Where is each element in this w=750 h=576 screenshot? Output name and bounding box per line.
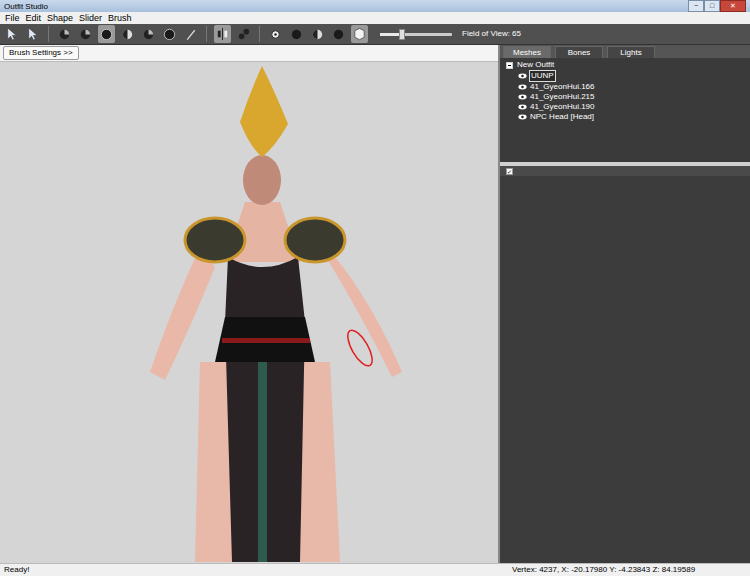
close-button[interactable]: ✕ xyxy=(720,0,746,12)
view-icon xyxy=(268,26,283,42)
fov-label: Field of View: 65 xyxy=(462,28,521,40)
status-bar: Ready! Vertex: 4237, X: -20.17980 Y: -4.… xyxy=(0,563,750,576)
eye-icon[interactable] xyxy=(518,114,527,120)
menu-item[interactable]: Slider xyxy=(76,12,105,24)
slider-track[interactable] xyxy=(380,33,452,36)
belt xyxy=(215,317,315,362)
half-icon xyxy=(310,26,325,42)
half-icon xyxy=(120,26,135,42)
annotation-circle xyxy=(343,327,377,370)
eye-icon[interactable] xyxy=(518,94,527,100)
tree-item[interactable]: 41_GyeonHui.190 xyxy=(506,102,744,112)
dot-icon xyxy=(289,26,304,42)
lower-header: ✓ xyxy=(500,166,750,176)
tool-button[interactable] xyxy=(288,25,305,43)
title-bar: Outfit Studio −□✕ xyxy=(0,0,750,12)
head xyxy=(243,155,281,205)
tool-button[interactable] xyxy=(161,25,178,43)
crest xyxy=(240,66,288,157)
menu-item[interactable]: Edit xyxy=(23,12,45,24)
tree-root-label: New Outfit xyxy=(517,60,554,70)
cube-icon xyxy=(352,26,367,42)
brush-strip: Brush Settings >> xyxy=(0,45,498,62)
eye-icon[interactable] xyxy=(518,84,527,90)
app-window: Outfit Studio −□✕ FileEditShapeSliderBru… xyxy=(0,0,750,576)
tool-button[interactable] xyxy=(3,25,20,43)
tool-button[interactable] xyxy=(351,25,368,43)
toolbar-separator xyxy=(206,26,207,42)
eye-icon[interactable] xyxy=(518,104,527,110)
link-icon xyxy=(236,26,251,42)
panel-tab[interactable]: Lights xyxy=(607,46,655,58)
eye-icon[interactable] xyxy=(518,73,527,79)
tree-item-label: 41_GyeonHui.190 xyxy=(529,102,596,112)
panel-tab[interactable]: Bones xyxy=(555,46,603,58)
tree-item[interactable]: NPC Head [Head] xyxy=(506,112,744,122)
shoulder-pads xyxy=(185,218,345,262)
dot-icon xyxy=(331,26,346,42)
brush-icon xyxy=(57,26,72,42)
left-arm xyxy=(150,247,215,380)
menu-item[interactable]: Shape xyxy=(44,12,76,24)
sphere-icon xyxy=(162,26,177,42)
maximize-button[interactable]: □ xyxy=(704,0,720,12)
fov-slider[interactable] xyxy=(380,33,452,36)
tree-item-label: 41_GyeonHui.166 xyxy=(529,82,596,92)
sphere-icon xyxy=(99,26,114,42)
tree-item[interactable]: UUNP xyxy=(506,70,744,82)
tree-item[interactable]: 41_GyeonHui.215 xyxy=(506,92,744,102)
tool-button[interactable] xyxy=(98,25,115,43)
tree-item[interactable]: 41_GyeonHui.166 xyxy=(506,82,744,92)
pointer-icon xyxy=(25,26,40,42)
tool-button[interactable] xyxy=(119,25,136,43)
panel-tabs: Meshes Bones Lights xyxy=(500,45,750,58)
tool-button[interactable] xyxy=(309,25,326,43)
expand-toggle[interactable] xyxy=(506,62,513,69)
pointer-icon xyxy=(4,26,19,42)
toolbar-separator xyxy=(48,26,49,42)
minimize-button[interactable]: − xyxy=(688,0,704,12)
toolbar: Field of View: 65 xyxy=(0,24,750,45)
lower-panel: ✓ xyxy=(500,166,750,563)
menu-bar: FileEditShapeSliderBrush xyxy=(0,12,750,24)
tool-button[interactable] xyxy=(235,25,252,43)
tree-root[interactable]: New Outfit xyxy=(506,60,744,70)
pen-icon xyxy=(183,26,198,42)
tool-button[interactable] xyxy=(77,25,94,43)
side-panel: MeshesBonesLights New OutfitUUNP41_Gyeon… xyxy=(500,45,750,563)
lower-checkbox[interactable]: ✓ xyxy=(506,168,513,175)
status-right: Vertex: 4237, X: -20.17980 Y: -4.23843 Z… xyxy=(504,564,695,576)
dress xyxy=(225,257,305,562)
status-left: Ready! xyxy=(4,564,504,576)
tool-button[interactable] xyxy=(267,25,284,43)
tool-button[interactable] xyxy=(182,25,199,43)
tree-item-label: NPC Head [Head] xyxy=(529,112,595,122)
tool-button[interactable] xyxy=(214,25,231,43)
character-model[interactable] xyxy=(0,62,498,562)
mesh-tree: New OutfitUUNP41_GyeonHui.16641_GyeonHui… xyxy=(500,58,750,162)
tool-button[interactable] xyxy=(56,25,73,43)
menu-item[interactable]: File xyxy=(2,12,23,24)
tool-button[interactable] xyxy=(330,25,347,43)
toolbar-separator xyxy=(259,26,260,42)
render-canvas[interactable] xyxy=(0,62,498,563)
window-controls: −□✕ xyxy=(688,0,746,12)
tree-item-label: 41_GyeonHui.215 xyxy=(529,92,596,102)
tree-item-label: UUNP xyxy=(529,70,556,82)
brush-settings-button[interactable]: Brush Settings >> xyxy=(3,46,79,60)
right-arm xyxy=(320,247,402,377)
tool-button[interactable] xyxy=(24,25,41,43)
slider-thumb[interactable] xyxy=(399,29,405,40)
tool-button[interactable] xyxy=(140,25,157,43)
brush-icon xyxy=(78,26,93,42)
menu-item[interactable]: Brush xyxy=(105,12,135,24)
mirror-icon xyxy=(215,26,230,42)
window-title: Outfit Studio xyxy=(4,1,688,12)
panel-tab[interactable]: Meshes xyxy=(503,46,551,58)
brush-icon xyxy=(141,26,156,42)
viewport[interactable]: Brush Settings >> xyxy=(0,45,500,563)
